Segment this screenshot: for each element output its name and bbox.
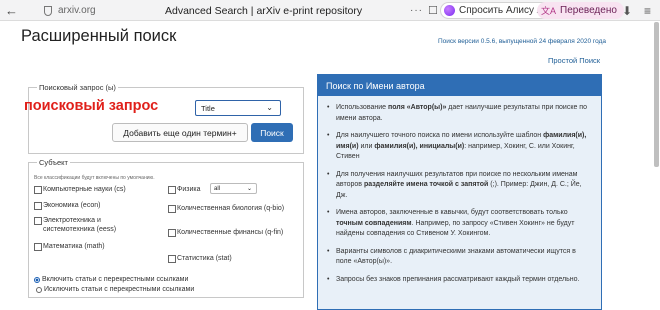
subject-legend: Субъект <box>39 158 68 167</box>
checkbox-qfin[interactable]: Количественные финансы (q-fin) <box>168 228 290 237</box>
shield-icon <box>44 5 52 16</box>
checkbox-math-label: Математика (math) <box>43 243 105 250</box>
physics-archive-select[interactable]: all ⌄ <box>210 183 257 194</box>
radio-include-label: Включить статьи с перекрестными ссылками <box>42 276 189 283</box>
radio-include-cross-list[interactable]: Включить статьи с перекрестными ссылками <box>34 276 188 283</box>
simple-search-link[interactable]: Простой Поиск <box>548 56 600 65</box>
checkbox-eess-label: Электротехника и системотехника (eess) <box>43 217 117 233</box>
checkbox-econ-label: Экономика (econ) <box>43 202 101 209</box>
search-terms-fieldset: Поисковый запрос (ы) <box>28 83 304 154</box>
bookmark-icon[interactable]: ☐ <box>428 0 438 21</box>
checkbox-stat-label: Статистика (stat) <box>177 255 232 262</box>
address-bar[interactable]: arxiv.org <box>44 0 96 21</box>
radio-dot <box>36 286 42 293</box>
menu-icon[interactable]: ≡ <box>644 0 651 21</box>
alice-icon <box>444 5 455 16</box>
back-icon[interactable]: ← <box>5 0 18 21</box>
checkbox-qbio-label: Количественная биология (q-bio) <box>177 205 285 212</box>
tab-title: Advanced Search | arXiv e-print reposito… <box>165 4 363 17</box>
checkbox-eess[interactable]: Электротехника и системотехника (eess) <box>34 216 152 234</box>
translated-label: Переведено <box>560 5 617 16</box>
field-select[interactable]: Title ⌄ <box>195 100 281 116</box>
translate-icon: 文A <box>541 6 557 16</box>
translated-badge[interactable]: 文A Переведено <box>537 2 624 19</box>
ask-alice-label: Спросить Алису AI <box>459 5 547 16</box>
add-term-button[interactable]: Добавить еще один термин+ <box>112 123 248 142</box>
checkbox-physics-label: Физика <box>177 186 201 193</box>
radio-exclude-label: Исключить статьи с перекрестными ссылкам… <box>44 286 195 293</box>
chevron-down-icon: ⌄ <box>266 103 273 112</box>
checkbox-stat[interactable]: Статистика (stat) <box>168 254 290 263</box>
radio-dot <box>34 276 40 283</box>
checkbox-econ[interactable]: Экономика (econ) <box>34 201 162 210</box>
search-terms-legend: Поисковый запрос (ы) <box>39 83 116 92</box>
subject-note: Все классификации будут включены по умол… <box>34 175 155 181</box>
version-link[interactable]: Поиск версии 0.5.6, выпущенной 24 феврал… <box>438 38 606 45</box>
checkbox-cs[interactable]: Компьютерные науки (cs) <box>34 185 162 194</box>
page-title: Расширенный поиск <box>21 27 177 45</box>
download-icon[interactable]: ⬇ <box>622 0 632 21</box>
checkbox-qbio[interactable]: Количественная биология (q-bio) <box>168 204 290 213</box>
physics-select-value: all <box>214 185 221 192</box>
help-item: Запросы без знаков препинания рассматрив… <box>327 275 591 286</box>
checkbox-cs-label: Компьютерные науки (cs) <box>43 186 126 193</box>
author-help-panel: Поиск по Имени автора Использование поля… <box>317 74 602 310</box>
help-item: Для получения наилучших результатов при … <box>327 170 591 202</box>
help-item: Имена авторов, заключенные в кавычки, бу… <box>327 208 591 240</box>
annotation-label: поисковый запрос <box>24 98 159 114</box>
field-select-value: Title <box>201 103 215 113</box>
help-list: Использование поля «Автор(ы)» дает наилу… <box>318 96 601 285</box>
more-icon[interactable]: ··· <box>410 0 423 21</box>
help-panel-header: Поиск по Имени автора <box>318 75 601 96</box>
chevron-down-icon: ⌄ <box>246 186 252 192</box>
checkbox-qfin-label: Количественные финансы (q-fin) <box>177 229 284 236</box>
search-button[interactable]: Поиск <box>251 123 293 142</box>
help-item: Варианты символов с диакритическими знак… <box>327 247 591 268</box>
browser-toolbar: ← arxiv.org Advanced Search | arXiv e-pr… <box>0 0 660 21</box>
checkbox-math[interactable]: Математика (math) <box>34 242 162 251</box>
help-item: Использование поля «Автор(ы)» дает наилу… <box>327 103 591 124</box>
page-scrollbar[interactable] <box>654 22 659 167</box>
checkbox-physics[interactable]: Физика <box>168 185 213 194</box>
url-text: arxiv.org <box>58 5 96 16</box>
help-item: Для наилучшего точного поиска по имени и… <box>327 131 591 163</box>
radio-exclude-cross-list[interactable]: Исключить статьи с перекрестными ссылкам… <box>36 286 194 293</box>
